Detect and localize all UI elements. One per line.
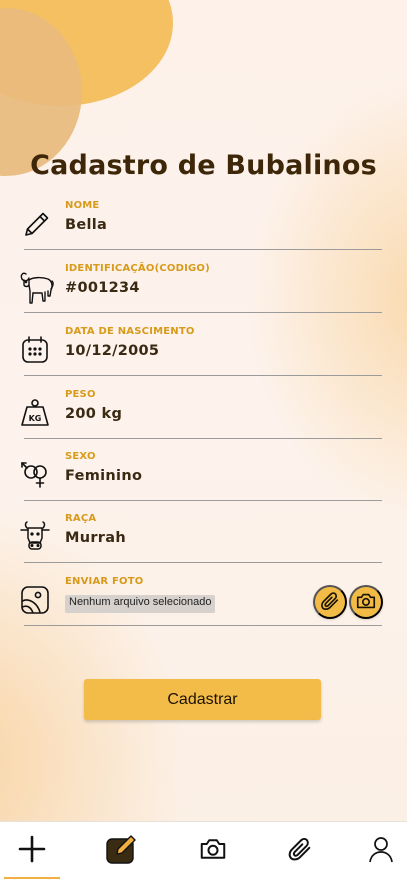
field-raca[interactable]: RAÇA Murrah [18, 513, 382, 563]
field-data-nascimento[interactable]: DATA DE NASCIMENTO 10/12/2005 [18, 326, 382, 376]
gender-icon [18, 457, 52, 491]
field-value[interactable]: Murrah [65, 530, 126, 546]
user-icon [366, 834, 396, 868]
edit-note-icon [104, 832, 138, 870]
field-identificacao[interactable]: IDENTIFICAÇÃO(CODIGO) #001234 [18, 263, 382, 313]
calendar-icon [18, 332, 52, 366]
screen: Cadastro de Bubalinos NOME Bella IDENTIF… [0, 0, 407, 879]
field-underline [24, 375, 382, 376]
field-label: IDENTIFICAÇÃO(CODIGO) [65, 263, 210, 274]
field-label: SEXO [65, 451, 96, 462]
cadastrar-button[interactable]: Cadastrar [84, 679, 321, 720]
plus-icon [17, 834, 47, 868]
field-underline [24, 562, 382, 563]
tab-profile[interactable] [351, 822, 407, 879]
svg-text:KG: KG [29, 414, 42, 423]
paperclip-icon [286, 835, 314, 867]
field-label: RAÇA [65, 513, 97, 524]
field-underline [24, 312, 382, 313]
field-label: ENVIAR FOTO [65, 576, 144, 587]
field-enviar-foto: ENVIAR FOTO Nenhum arquivo selecionado [18, 576, 383, 626]
field-label: DATA DE NASCIMENTO [65, 326, 195, 337]
pencil-icon [18, 206, 52, 240]
field-value[interactable]: 10/12/2005 [65, 343, 159, 359]
attach-file-button[interactable] [313, 585, 347, 619]
camera-icon [198, 834, 228, 868]
field-value[interactable]: Feminino [65, 468, 142, 484]
page-title: Cadastro de Bubalinos [30, 150, 377, 181]
take-photo-button[interactable] [349, 585, 383, 619]
paperclip-icon [319, 590, 341, 615]
field-value[interactable]: #001234 [65, 280, 140, 296]
tab-add[interactable] [2, 822, 62, 879]
image-icon [18, 582, 52, 616]
buffalo-icon [18, 269, 54, 304]
field-sexo[interactable]: SEXO Feminino [18, 451, 382, 501]
file-status-text: Nenhum arquivo selecionado [65, 595, 216, 613]
cow-head-icon [18, 519, 52, 553]
weight-kg-icon: KG [18, 395, 52, 429]
camera-icon [355, 590, 377, 615]
field-value[interactable]: 200 kg [65, 406, 122, 422]
field-label: PESO [65, 389, 96, 400]
bottom-tab-bar [0, 821, 407, 879]
tab-attach[interactable] [270, 822, 330, 879]
field-nome[interactable]: NOME Bella [18, 200, 382, 250]
field-label: NOME [65, 200, 100, 211]
field-underline [24, 438, 382, 439]
tab-edit[interactable] [91, 822, 151, 879]
field-underline [24, 500, 382, 501]
field-underline [24, 249, 382, 250]
field-underline [24, 625, 382, 626]
field-value[interactable]: Bella [65, 217, 107, 233]
field-peso[interactable]: KG PESO 200 kg [18, 389, 382, 439]
tab-camera[interactable] [183, 822, 243, 879]
